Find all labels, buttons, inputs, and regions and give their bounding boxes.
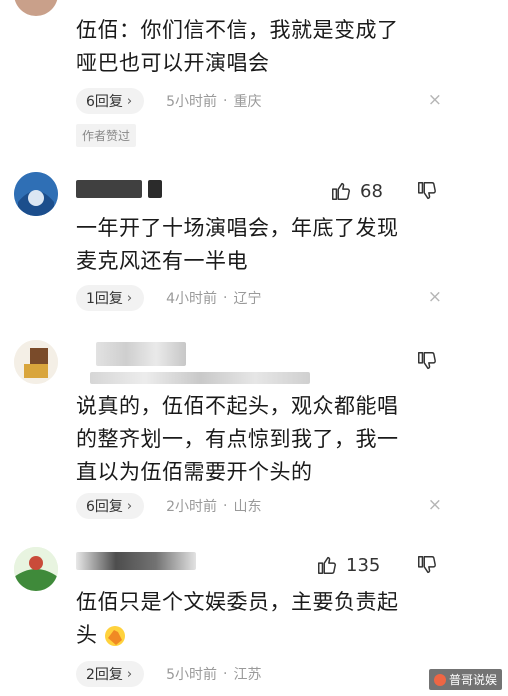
avatar-image <box>14 340 58 384</box>
avatar[interactable] <box>14 172 58 216</box>
replies-button[interactable]: 6回复 › <box>76 493 145 519</box>
comment-text-line: 头 <box>76 619 446 652</box>
dot-separator: · <box>223 666 228 682</box>
location: 辽宁 <box>233 291 262 307</box>
replies-button[interactable]: 1回复 › <box>76 285 145 311</box>
comment-meta: 1回复 › 4小时前 · 辽宁 <box>76 284 262 312</box>
thumbs-down-icon[interactable] <box>416 180 438 202</box>
author-liked-badge: 作者赞过 <box>76 124 137 147</box>
avatar[interactable] <box>14 340 58 384</box>
dot-separator: · <box>223 498 228 514</box>
like-button[interactable]: 135 <box>316 554 380 576</box>
avatar[interactable] <box>14 547 58 591</box>
comment-text: 伍佰：你们信不信，我就是变成了 哑巴也可以开演唱会 <box>76 18 399 75</box>
chevron-right-icon: › <box>126 666 133 682</box>
comment-meta: 6回复 › 5小时前 · 重庆 <box>76 87 262 115</box>
location: 山东 <box>233 499 262 515</box>
dot-separator: · <box>223 93 228 109</box>
blurred-username <box>96 342 186 366</box>
chevron-right-icon: › <box>126 498 133 514</box>
avatar-image <box>14 547 58 591</box>
blurred-username <box>76 180 142 198</box>
location: 江苏 <box>233 667 262 683</box>
avatar[interactable] <box>14 0 58 16</box>
thumbs-up-icon <box>332 182 350 200</box>
like-count: 135 <box>346 554 381 576</box>
replies-button[interactable]: 6回复 › <box>76 88 145 114</box>
thumbs-down-icon[interactable] <box>416 554 438 576</box>
timestamp: 4小时前 <box>166 291 218 307</box>
dot-separator: · <box>223 290 228 306</box>
timestamp: 2小时前 <box>166 499 218 515</box>
clapping-emoji-icon <box>104 625 125 646</box>
comment-text: 说真的，伍佰不起头，观众都能唱 的整齐划一，有点惊到我了，我一 直以为伍佰需要开… <box>76 394 399 484</box>
comment-meta: 6回复 › 2小时前 · 山东 <box>76 492 262 520</box>
thumbs-down-icon[interactable] <box>416 350 438 372</box>
comment-meta: 2回复 › 5小时前 · 江苏 <box>76 660 262 688</box>
close-icon[interactable]: × <box>428 90 442 110</box>
comment-text: 伍佰只是个文娱委员，主要负责起 头 <box>76 586 446 652</box>
blurred-username-2 <box>148 180 162 198</box>
chevron-right-icon: › <box>126 290 133 306</box>
location: 重庆 <box>233 94 262 110</box>
timestamp: 5小时前 <box>166 667 218 683</box>
like-count: 68 <box>360 180 383 202</box>
avatar-image <box>14 172 58 216</box>
replies-button[interactable]: 2回复 › <box>76 661 145 687</box>
close-icon[interactable]: × <box>428 495 442 515</box>
chevron-right-icon: › <box>126 93 133 109</box>
comment-text: 一年开了十场演唱会，年底了发现 麦克风还有一半电 <box>76 216 399 273</box>
close-icon[interactable]: × <box>428 287 442 307</box>
blurred-username <box>76 552 196 570</box>
blurred-subtitle <box>90 372 310 384</box>
watermark-logo-icon <box>433 673 446 686</box>
watermark: 普哥说娱 <box>428 669 502 690</box>
thumbs-up-icon <box>318 556 336 574</box>
like-button[interactable]: 68 <box>330 180 383 202</box>
timestamp: 5小时前 <box>166 94 218 110</box>
